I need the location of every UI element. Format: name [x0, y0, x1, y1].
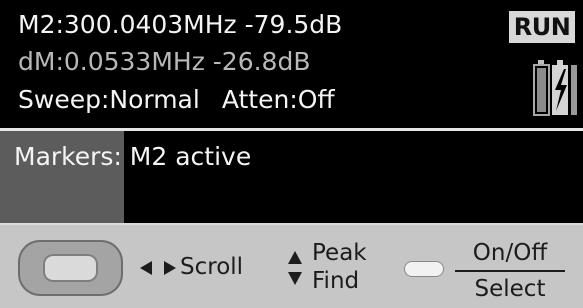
peak-find-softkey[interactable]: Peak Find [312, 239, 367, 295]
sweep-mode: Sweep:Normal [18, 85, 200, 114]
find-label: Find [312, 268, 360, 294]
onoff-label: On/Off [455, 239, 565, 272]
joystick-button-icon[interactable] [18, 240, 123, 296]
joystick-center[interactable] [43, 254, 98, 282]
scroll-label: Scroll [180, 254, 244, 280]
sweep-atten-line: Sweep:Normal Atten:Off [18, 85, 335, 115]
softkey-bar: Scroll Peak Find On/Off Select [0, 223, 583, 308]
marker-readout: M2:300.0403MHz -79.5dB [18, 10, 343, 39]
battery-charging-icon [533, 60, 577, 116]
up-down-arrows-icon [288, 251, 302, 285]
peak-label: Peak [312, 240, 367, 266]
small-key-icon[interactable] [405, 262, 443, 276]
select-label: Select [474, 276, 546, 302]
run-status-badge: RUN [509, 11, 575, 43]
marker-status-message: Markers: M2 active [14, 142, 252, 171]
delta-marker-readout: dM:0.0533MHz -26.8dB [18, 47, 311, 76]
status-panel: M2:300.0403MHz -79.5dB dM:0.0533MHz -26.… [0, 0, 583, 128]
left-right-arrows-icon [140, 261, 176, 275]
message-panel: Markers: M2 active [0, 131, 583, 223]
onoff-select-softkey[interactable]: On/Off Select [455, 239, 565, 303]
attenuation-status: Atten:Off [221, 85, 335, 114]
